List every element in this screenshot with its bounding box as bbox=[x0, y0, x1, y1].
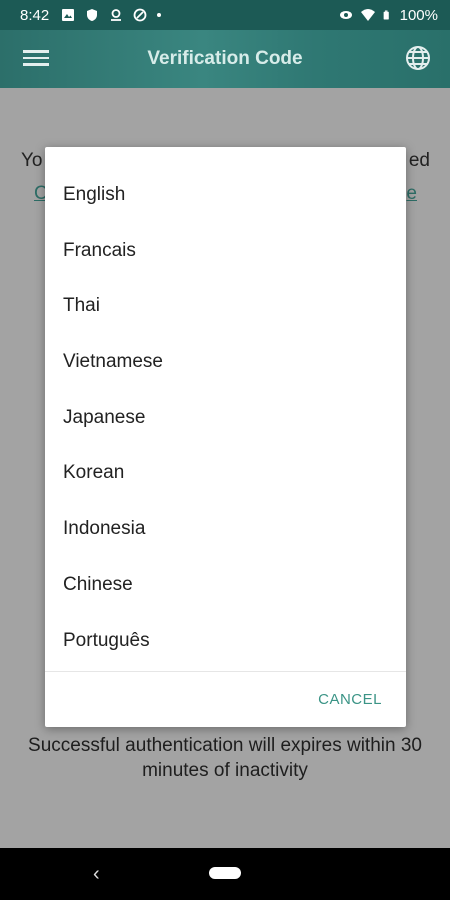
language-option-francais[interactable]: Francais bbox=[45, 223, 406, 279]
background-text: Yo bbox=[21, 150, 43, 171]
location-icon bbox=[111, 9, 122, 21]
language-option-english[interactable]: English bbox=[45, 167, 406, 223]
language-dialog: English Francais Thai Vietnamese Japanes… bbox=[45, 147, 406, 727]
battery-icon bbox=[383, 10, 389, 20]
language-option-korean[interactable]: Korean bbox=[45, 445, 406, 501]
back-icon[interactable]: ‹ bbox=[93, 863, 100, 886]
system-nav-bar: ‹ bbox=[0, 848, 450, 900]
background-link: e bbox=[406, 183, 417, 204]
status-time: 8:42 bbox=[20, 6, 50, 24]
language-option-thai[interactable]: Thai bbox=[45, 278, 406, 334]
language-option-chinese[interactable]: Chinese bbox=[45, 557, 406, 613]
language-list: English Francais Thai Vietnamese Japanes… bbox=[45, 167, 406, 668]
dialog-divider bbox=[45, 671, 406, 672]
eye-icon bbox=[339, 11, 352, 19]
battery-level: 100% bbox=[399, 6, 438, 24]
session-expiry-note: Successful authentication will expires w… bbox=[28, 735, 422, 781]
language-option-japanese[interactable]: Japanese bbox=[45, 390, 406, 446]
notification-dot-icon bbox=[157, 13, 162, 17]
home-pill-icon[interactable] bbox=[209, 867, 241, 879]
cancel-button[interactable]: CANCEL bbox=[318, 691, 382, 708]
wifi-icon bbox=[360, 9, 375, 21]
app-bar: Verification Code bbox=[0, 30, 450, 88]
language-option-vietnamese[interactable]: Vietnamese bbox=[45, 334, 406, 390]
language-option-indonesia[interactable]: Indonesia bbox=[45, 501, 406, 557]
vpn-icon bbox=[133, 8, 147, 22]
status-bar: 8:42 100% bbox=[0, 0, 450, 30]
page-title: Verification Code bbox=[147, 48, 303, 69]
image-icon bbox=[62, 9, 75, 21]
globe-icon[interactable] bbox=[404, 44, 432, 72]
background-text: ed bbox=[408, 150, 430, 171]
language-option-portugues[interactable]: Português bbox=[45, 613, 406, 669]
shield-icon bbox=[87, 9, 98, 21]
